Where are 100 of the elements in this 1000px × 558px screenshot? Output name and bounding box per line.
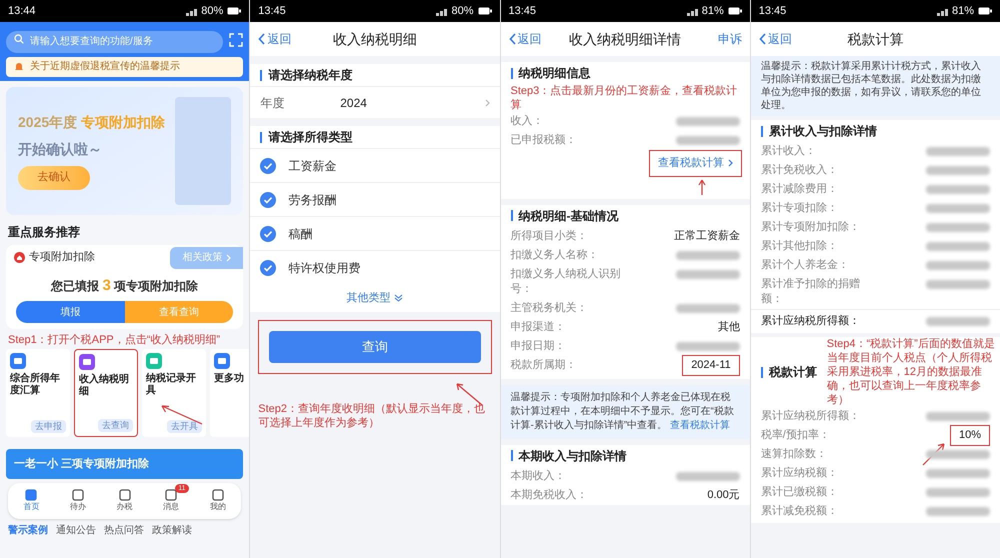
tip-link[interactable]: 查看税款计算 (670, 420, 730, 430)
service-title: 更多功 (214, 373, 245, 385)
chevron-left-icon (758, 33, 766, 45)
field-label: 已申报税额： (510, 133, 576, 148)
confirm-button[interactable]: 去确认 (18, 166, 90, 190)
deduction-summary: 您已填报 3 项专项附加扣除 (50, 276, 200, 296)
field-label: 申报渠道： (510, 320, 566, 334)
appeal-link[interactable]: 申诉 (718, 30, 742, 48)
annotation-text: Step1：打开个税APP，点击“收入纳税明细” (7, 332, 222, 347)
checkbox[interactable] (260, 260, 276, 276)
year-label: 年度 (260, 94, 286, 112)
tab-bar-item[interactable]: 待办 (70, 489, 86, 513)
scan-icon[interactable] (229, 33, 244, 48)
option-label: 特许权使用费 (288, 260, 360, 276)
back-button[interactable]: 返回 (258, 30, 292, 48)
service-tile[interactable]: 纳税记录开具 去开具 (142, 349, 206, 437)
banner-highlight: 专项附加扣除 (81, 112, 166, 132)
section-title: 纳税明细信息 (518, 65, 590, 82)
field-label: 累计应纳税所得额： (760, 409, 860, 424)
bell-icon (14, 62, 24, 72)
news-tab[interactable]: 通知公告 (56, 523, 96, 538)
card-action-button[interactable]: 填报 (16, 301, 125, 323)
news-tab[interactable]: 政策解读 (152, 523, 192, 538)
year-picker[interactable]: 年度 2024 (250, 86, 500, 118)
battery-level: 81% (952, 4, 974, 19)
promo-strip[interactable]: 一老一小 三项专项附加扣除 (6, 449, 244, 479)
service-tile[interactable]: 收入纳税明细 去查询 (74, 349, 138, 437)
battery-icon (978, 7, 992, 15)
field-label: 累计减免税额： (760, 504, 838, 519)
status-time: 13:44 (8, 4, 36, 19)
service-icon (214, 353, 230, 369)
section-title: 本期收入与扣除详情 (518, 448, 626, 464)
service-tile[interactable]: 综合所得年度汇算 去申报 (6, 349, 70, 437)
section-title: 累计收入与扣除详情 (768, 123, 877, 140)
battery-icon (227, 7, 242, 15)
news-tab[interactable]: 警示案例 (8, 523, 48, 538)
option-label: 稿酬 (288, 226, 312, 242)
checkbox[interactable] (260, 226, 276, 242)
field-label: 本期免税收入： (510, 488, 588, 502)
page-title: 收入纳税明细详情 (569, 30, 682, 48)
field-label: 扣缴义务人名称： (510, 248, 598, 262)
section-title: 重点服务推荐 (7, 224, 81, 240)
field-label: 累计其他扣除： (760, 239, 838, 254)
card-title: 专项附加扣除 (29, 250, 95, 266)
news-tab[interactable]: 热点问答 (104, 523, 144, 538)
tab-bar-item[interactable]: 办税 (116, 489, 133, 513)
back-button[interactable]: 返回 (508, 30, 542, 48)
chevron-right-icon (728, 159, 733, 168)
service-tile[interactable]: 更多功 (210, 349, 250, 437)
income-type-option[interactable]: 工资薪金 (250, 148, 500, 182)
tax-calc-link[interactable]: 查看税款计算 (648, 150, 742, 176)
field-label: 累计应纳税额： (760, 466, 838, 481)
signal-icon (436, 6, 448, 16)
tab-icon (118, 489, 131, 501)
year-value: 2024 (340, 94, 367, 112)
house-icon (14, 252, 25, 263)
promo-text: 一老一小 三项专项附加扣除 (14, 456, 150, 472)
field-label: 累计个人养老金： (760, 258, 849, 273)
back-button[interactable]: 返回 (758, 30, 792, 48)
status-time: 13:45 (758, 4, 786, 19)
service-action: 去查询 (98, 418, 133, 432)
field-label: 申报日期： (510, 338, 566, 354)
service-action: 去开具 (167, 420, 202, 433)
income-type-option[interactable]: 劳务报酬 (250, 182, 500, 216)
more-types-link[interactable]: 其他类型 (346, 290, 404, 306)
promo-banner[interactable]: 2025年度 专项附加扣除 开始确认啦～ 去确认 (6, 86, 244, 214)
field-label: 速算扣除数： (760, 447, 827, 462)
tip-text: 温馨提示：专项附加扣除和个人养老金已体现在税款计算过程中，在本明细中不予显示。您可在“税款计算-累计收入与扣除详情”中查看。 查看税款计算 (500, 384, 750, 438)
signal-icon (186, 6, 198, 16)
field-value: 正常工资薪金 (674, 228, 740, 244)
search-field[interactable]: 请输入想要查询的功能/服务 (6, 30, 224, 52)
tab-icon (25, 489, 38, 501)
income-type-option[interactable]: 稿酬 (250, 216, 500, 250)
section-title: 纳税明细-基础情况 (518, 208, 618, 224)
tab-bar-item[interactable]: 首页 (23, 489, 40, 513)
income-type-option[interactable]: 特许权使用费 (250, 250, 500, 284)
field-label: 税率/预扣率： (760, 428, 830, 443)
field-label: 本期收入： (510, 468, 566, 484)
signal-icon (686, 6, 698, 16)
tab-bar-item[interactable]: 我的 (210, 489, 226, 513)
chevron-right-icon (484, 98, 490, 106)
banner-subtitle: 开始确认啦～ (18, 140, 103, 158)
field-label: 扣缴义务人纳税人识别号： (510, 266, 622, 296)
annotation-text: Step3：点击最新月份的工资薪金，查看税款计算 (510, 84, 738, 112)
checkbox[interactable] (260, 158, 276, 174)
signal-icon (936, 6, 948, 16)
field-label: 累计准予扣除的捐赠额： (760, 277, 861, 307)
tab-icon (212, 489, 224, 501)
field-label: 收入： (510, 114, 544, 129)
section-title: 税款计算 (768, 364, 817, 381)
field-label: 累计收入： (760, 144, 816, 159)
service-title: 收入纳税明细 (79, 374, 130, 398)
tip-text: 温馨提示：税款计算采用累计计税方式，累计收入与扣除详情数据已包括本笔数据。此处数据为扣缴单位为您申报的数据，如有异议，请联系您的单位处理。 (750, 56, 1000, 116)
field-label: 累计专项附加扣除： (760, 220, 860, 235)
tab-icon (165, 489, 178, 501)
page-title: 税款计算 (847, 30, 904, 48)
query-button[interactable]: 查询 (269, 331, 480, 363)
notice-bar[interactable]: 关于近期虚假退税宣传的温馨提示 (6, 56, 244, 76)
battery-level: 81% (702, 4, 724, 19)
checkbox[interactable] (260, 192, 276, 208)
